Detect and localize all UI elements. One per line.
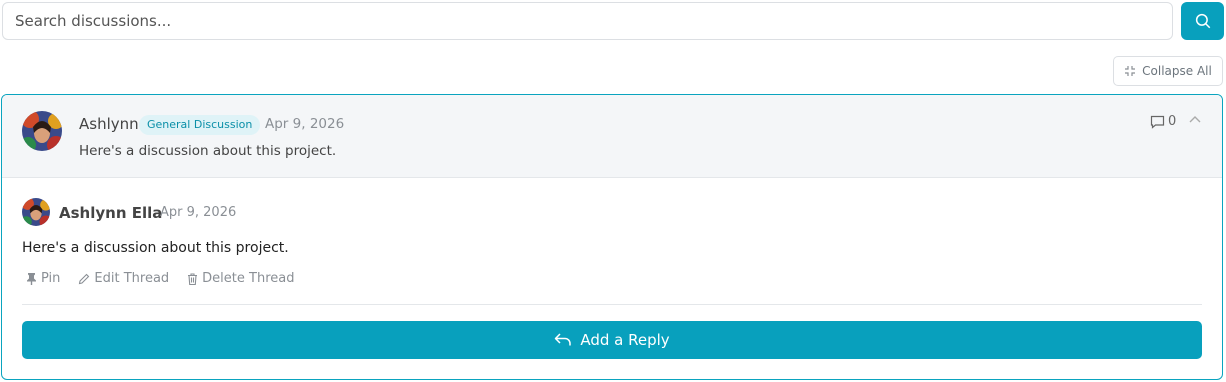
post-date: Apr 9, 2026 [160,205,237,220]
search-icon [1195,13,1210,29]
trash-icon [188,272,198,285]
search-input[interactable] [2,2,1173,40]
divider [22,304,1202,305]
edit-thread-label: Edit Thread [94,271,170,286]
comment-icon [1150,115,1165,129]
thread-preview: Here's a discussion about this project. [79,143,337,159]
avatar [22,198,50,226]
reply-icon [555,333,572,346]
thread-header[interactable]: Ashlynn General Discussion Apr 9, 2026 H… [2,95,1222,178]
pin-button[interactable]: Pin [26,271,60,286]
add-reply-button[interactable]: Add a Reply [22,321,1202,359]
avatar [22,111,62,151]
add-reply-label: Add a Reply [580,331,670,349]
post-author: Ashlynn Ella [59,204,163,222]
chevron-up-icon[interactable] [1188,113,1202,127]
thread-date: Apr 9, 2026 [265,116,345,132]
delete-thread-label: Delete Thread [202,271,295,286]
post-actions: Pin Edit Thread Delete Thread [26,271,294,286]
comment-count: 0 [1150,114,1176,129]
thread-card: Ashlynn General Discussion Apr 9, 2026 H… [1,94,1223,380]
pin-icon [27,273,36,285]
delete-thread-button[interactable]: Delete Thread [187,271,294,286]
thread-author: Ashlynn [79,115,139,133]
post-body: Here's a discussion about this project. [22,240,289,256]
edit-thread-button[interactable]: Edit Thread [78,271,169,286]
search-bar [2,2,1224,40]
collapse-icon [1125,66,1136,76]
pencil-icon [79,273,90,284]
collapse-all-label: Collapse All [1142,64,1212,78]
search-button[interactable] [1181,2,1224,40]
collapse-all-button[interactable]: Collapse All [1113,56,1223,86]
comment-count-value: 0 [1168,114,1177,129]
category-badge: General Discussion [139,115,261,135]
pin-label: Pin [41,271,61,286]
